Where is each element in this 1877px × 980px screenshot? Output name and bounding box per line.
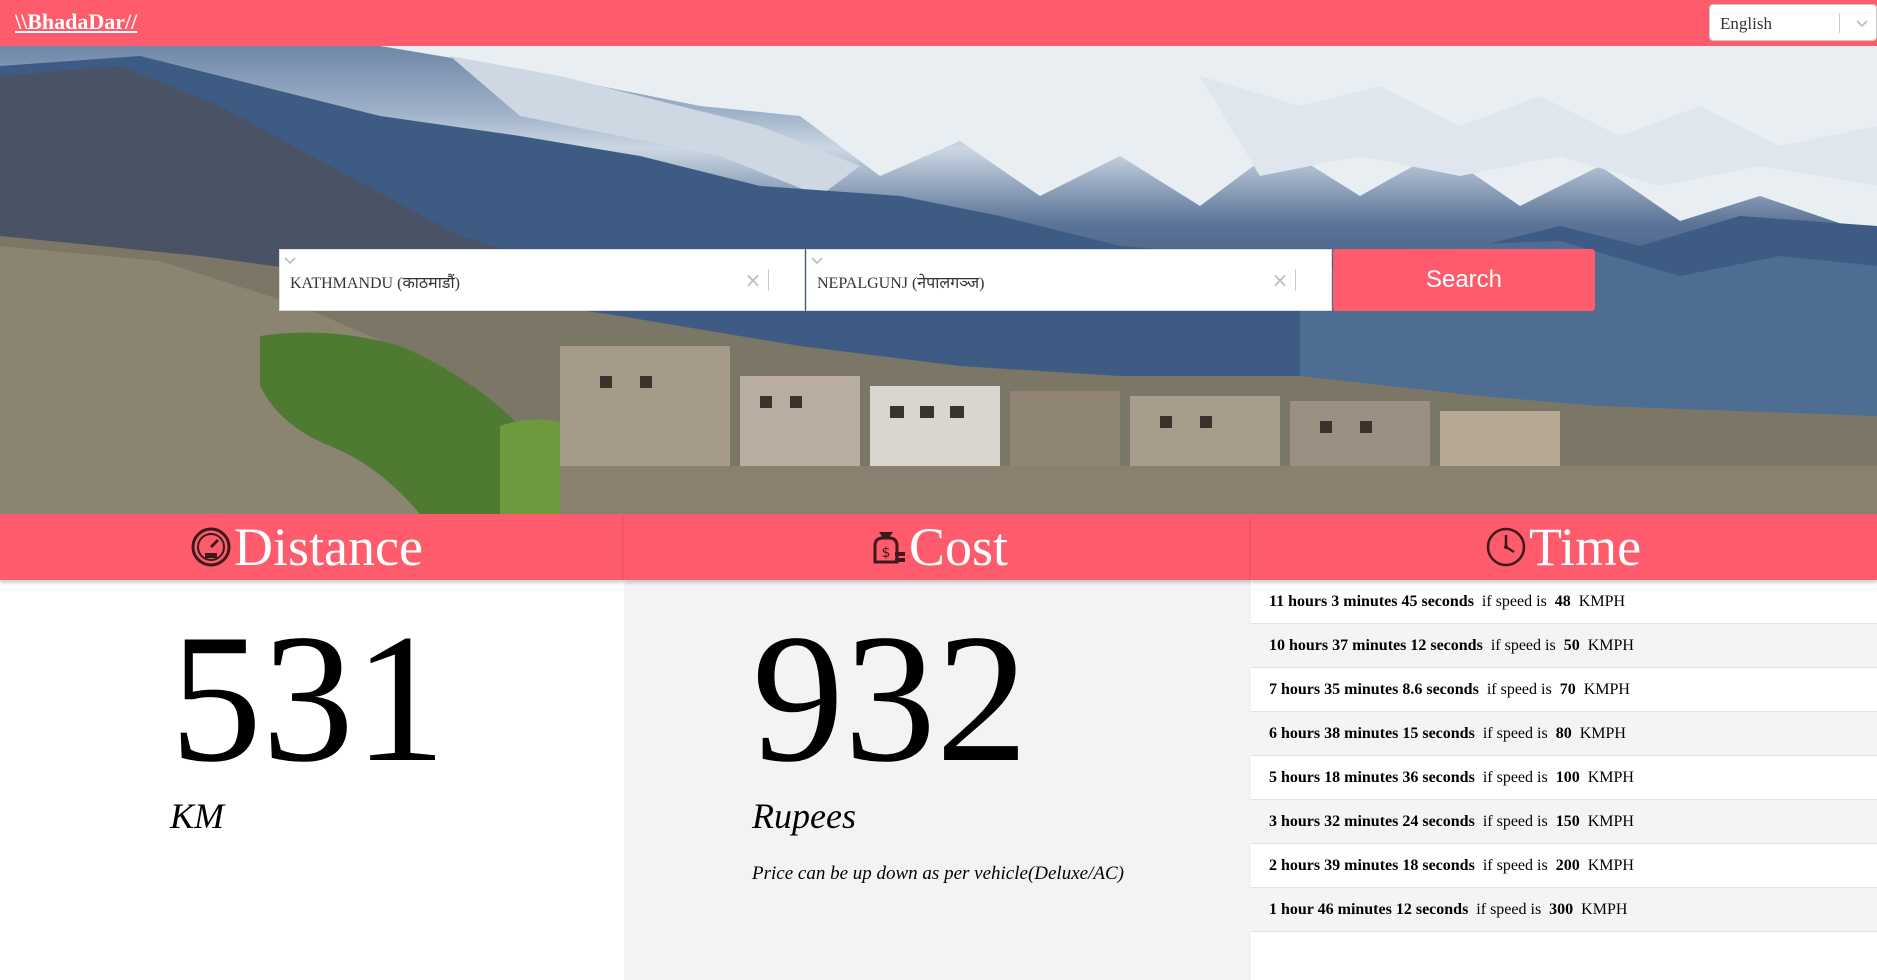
travel-duration: 2 hours 39 minutes 18 seconds bbox=[1269, 856, 1475, 874]
speed-unit: KMPH bbox=[1583, 680, 1630, 698]
language-select-separator bbox=[1839, 13, 1840, 33]
list-item: 1 hour 46 minutes 12 seconds if speed is 3… bbox=[1251, 888, 1877, 932]
travel-duration: 10 hours 37 minutes 12 seconds bbox=[1269, 636, 1483, 654]
distance-value: 531 bbox=[170, 596, 446, 800]
cost-unit: Rupees bbox=[752, 796, 856, 836]
cost-header: $ Cost bbox=[624, 514, 1251, 580]
speed-value: 50 bbox=[1563, 636, 1580, 654]
speed-value: 80 bbox=[1555, 724, 1572, 742]
speed-value: 100 bbox=[1555, 768, 1580, 786]
language-select[interactable]: English bbox=[1709, 4, 1877, 41]
speed-unit: KMPH bbox=[1587, 812, 1634, 830]
travel-duration: 7 hours 35 minutes 8.6 seconds bbox=[1269, 680, 1479, 698]
speed-unit: KMPH bbox=[1587, 636, 1634, 654]
list-item: 10 hours 37 minutes 12 seconds if speed i… bbox=[1251, 624, 1877, 668]
money-bag-icon: $ bbox=[873, 532, 905, 564]
list-item: 7 hours 35 minutes 8.6 seconds if speed i… bbox=[1251, 668, 1877, 712]
hero-banner-image: KATHMANDU (काठमाडौं) × NEPALGUNJ (नेपालग… bbox=[0, 46, 1877, 514]
time-title: Time bbox=[1529, 517, 1642, 577]
chevron-down-icon[interactable] bbox=[1852, 13, 1872, 33]
speed-value: 48 bbox=[1554, 592, 1571, 610]
travel-duration: 6 hours 38 minutes 15 seconds bbox=[1269, 724, 1475, 742]
speed-value: 200 bbox=[1555, 856, 1580, 874]
speed-unit: KMPH bbox=[1587, 856, 1634, 874]
speed-prefix: if speed is bbox=[1486, 680, 1552, 698]
destination-select-value: NEPALGUNJ (नेपालगञ्ज) bbox=[817, 275, 985, 292]
clear-origin-icon[interactable]: × bbox=[741, 266, 765, 294]
time-header: Time bbox=[1251, 514, 1877, 580]
language-select-value: English bbox=[1720, 14, 1772, 33]
list-item: 2 hours 39 minutes 18 seconds if speed is… bbox=[1251, 844, 1877, 888]
destination-select-separator bbox=[1295, 269, 1296, 291]
clear-destination-icon[interactable]: × bbox=[1268, 266, 1292, 294]
destination-select[interactable]: NEPALGUNJ (नेपालगञ्ज) × bbox=[806, 249, 1332, 311]
chevron-down-icon[interactable] bbox=[280, 250, 300, 270]
top-navbar: \\BhadaDar// English bbox=[0, 0, 1877, 46]
origin-select-separator bbox=[768, 269, 769, 291]
clock-icon bbox=[1486, 527, 1526, 567]
svg-text:$: $ bbox=[882, 545, 891, 561]
distance-header: Distance bbox=[0, 514, 624, 580]
travel-duration: 1 hour 46 minutes 12 seconds bbox=[1269, 900, 1469, 918]
travel-duration: 5 hours 18 minutes 36 seconds bbox=[1269, 768, 1475, 786]
speed-unit: KMPH bbox=[1579, 724, 1626, 742]
speed-unit: KMPH bbox=[1581, 900, 1628, 918]
list-item: 5 hours 18 minutes 36 seconds if speed is… bbox=[1251, 756, 1877, 800]
speed-unit: KMPH bbox=[1578, 592, 1626, 610]
list-item: 11 hours 3 minutes 45 seconds if speed is… bbox=[1251, 580, 1877, 624]
chevron-down-icon[interactable] bbox=[807, 250, 827, 270]
travel-duration: 3 hours 32 minutes 24 seconds bbox=[1269, 812, 1475, 830]
cost-title: Cost bbox=[909, 517, 1009, 577]
speed-prefix: if speed is bbox=[1476, 900, 1542, 918]
search-button[interactable]: Search bbox=[1333, 249, 1595, 311]
speed-value: 70 bbox=[1559, 680, 1576, 698]
time-panel: Time 11 hours 3 minutes 45 seconds if spe… bbox=[1251, 514, 1877, 980]
brand-logo-link[interactable]: \\BhadaDar// bbox=[15, 9, 137, 35]
travel-duration: 11 hours 3 minutes 45 seconds bbox=[1269, 592, 1474, 610]
travel-time-list: 11 hours 3 minutes 45 seconds if speed is… bbox=[1251, 580, 1877, 932]
speed-unit: KMPH bbox=[1587, 768, 1634, 786]
speed-prefix: if speed is bbox=[1482, 768, 1548, 786]
speed-prefix: if speed is bbox=[1482, 856, 1548, 874]
speed-prefix: if speed is bbox=[1482, 812, 1548, 830]
list-item: 3 hours 32 minutes 24 seconds if speed is… bbox=[1251, 800, 1877, 844]
distance-title: Distance bbox=[234, 517, 423, 577]
cost-panel: $ Cost 932 Rupees Price can be up down a… bbox=[624, 514, 1251, 980]
cost-value: 932 bbox=[752, 596, 1028, 800]
speed-value: 150 bbox=[1555, 812, 1580, 830]
speedometer-icon bbox=[191, 527, 231, 567]
origin-select[interactable]: KATHMANDU (काठमाडौं) × bbox=[279, 249, 805, 311]
distance-panel: Distance 531 KM bbox=[0, 514, 624, 980]
speed-prefix: if speed is bbox=[1481, 592, 1547, 610]
speed-prefix: if speed is bbox=[1490, 636, 1556, 654]
origin-select-value: KATHMANDU (काठमाडौं) bbox=[290, 275, 460, 292]
speed-prefix: if speed is bbox=[1482, 724, 1548, 742]
speed-value: 300 bbox=[1549, 900, 1574, 918]
distance-unit: KM bbox=[170, 796, 224, 836]
list-item: 6 hours 38 minutes 15 seconds if speed is… bbox=[1251, 712, 1877, 756]
cost-note: Price can be up down as per vehicle(Delu… bbox=[752, 863, 1124, 884]
